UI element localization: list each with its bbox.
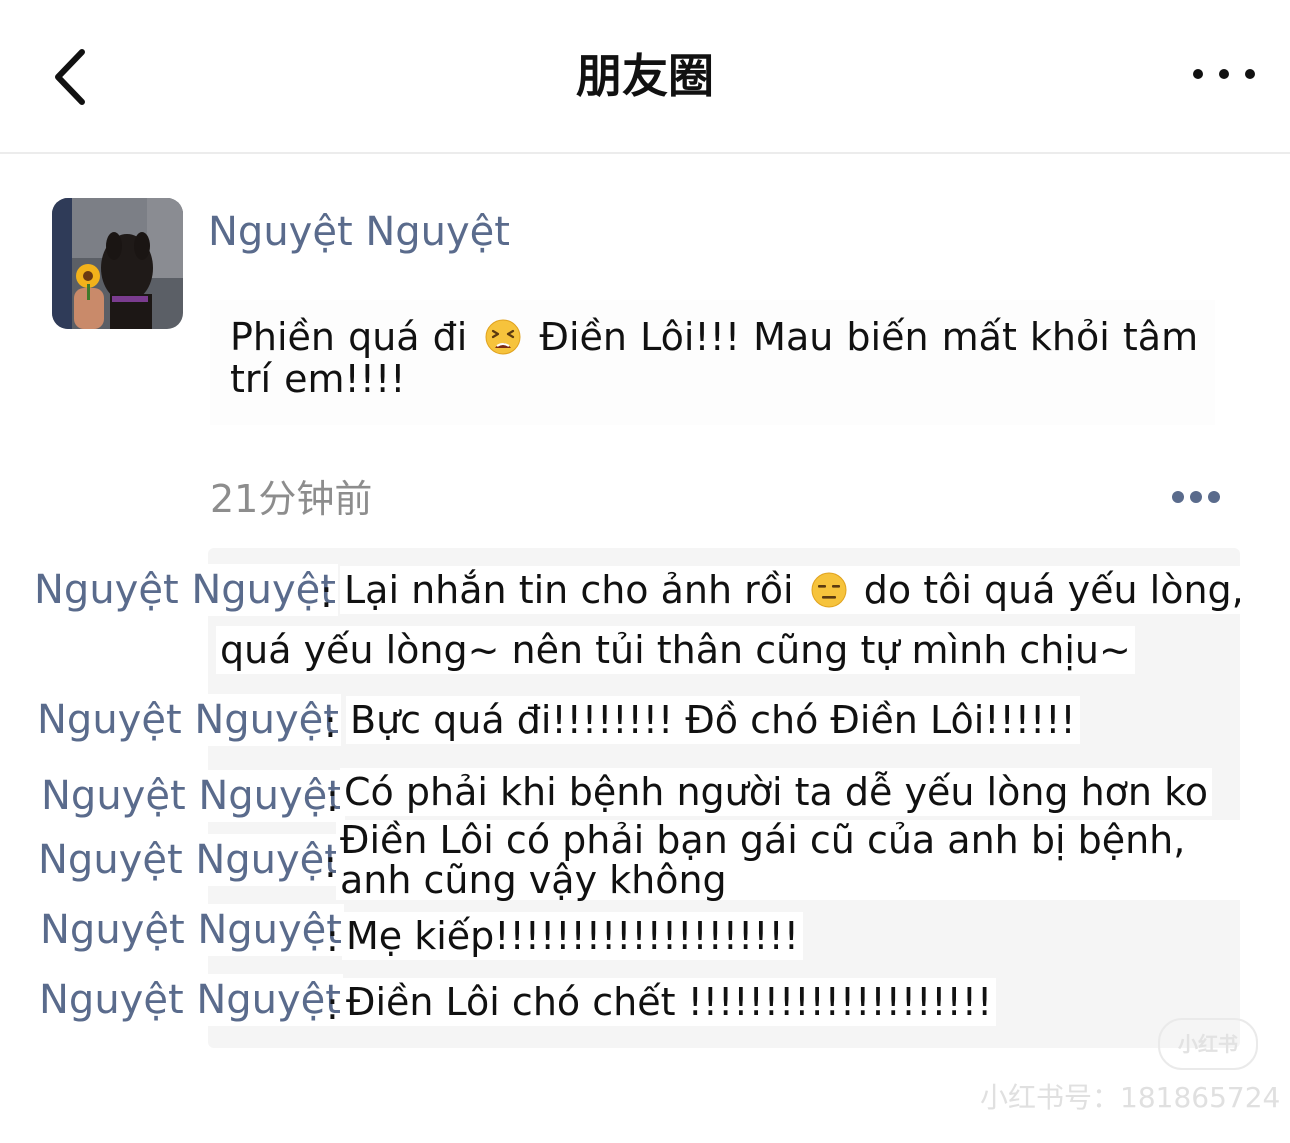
more-horizontal-icon[interactable] xyxy=(1186,56,1262,92)
comment-colon: : xyxy=(326,916,339,960)
top-nav-bar: 朋友圈 xyxy=(0,0,1290,154)
poster-name[interactable]: Nguyệt Nguyệt xyxy=(208,204,510,260)
comment-author[interactable]: Nguyệt Nguyệt xyxy=(39,770,345,822)
expressionless-face-emoji-icon xyxy=(810,571,848,609)
avatar[interactable] xyxy=(52,198,183,329)
page-title: 朋友圈 xyxy=(576,49,714,103)
tired-face-emoji-icon xyxy=(484,318,522,356)
comment-text: Điền Lôi có phải bạn gái cũ của anh bị b… xyxy=(336,820,1244,900)
post-content: Phiền quá đi Điền Lôi!!! Mau biến mất kh… xyxy=(210,300,1215,425)
watermark-id: 小红书号：181865724 xyxy=(980,1081,1281,1114)
comment-author[interactable]: Nguyệt Nguyệt xyxy=(32,564,338,616)
comment-author[interactable]: Nguyệt Nguyệt xyxy=(35,694,341,746)
comment-text: Lại nhắn tin cho ảnh rồi do tôi quá yếu … xyxy=(340,566,1248,614)
comment-author[interactable]: Nguyệt Nguyệt xyxy=(37,974,343,1026)
more-dots-icon[interactable] xyxy=(1170,486,1222,508)
comment-text: Điền Lôi chó chết !!!!!!!!!!!!!!!!!!!! xyxy=(342,978,997,1026)
post-text-part1: Phiền quá đi xyxy=(230,315,468,359)
comment-text-continued: quá yếu lòng~ nên tủi thân cũng tự mình … xyxy=(216,626,1135,674)
comment-colon: : xyxy=(324,842,337,886)
comment-colon: : xyxy=(324,702,337,746)
comment-text: Bực quá đi!!!!!!!! Đồ chó Điền Lôi!!!!!! xyxy=(346,696,1080,744)
comment-text: Có phải khi bệnh người ta dễ yếu lòng hơ… xyxy=(340,768,1212,816)
comment-text: Mẹ kiếp!!!!!!!!!!!!!!!!!!!! xyxy=(342,912,803,960)
comment-colon: : xyxy=(320,572,333,616)
comment-author[interactable]: Nguyệt Nguyệt xyxy=(36,834,342,886)
comment-colon: : xyxy=(326,984,339,1028)
comment-author[interactable]: Nguyệt Nguyệt xyxy=(38,904,344,956)
watermark-logo: 小红书 xyxy=(1158,1018,1258,1070)
comment-text-part-a: Lại nhắn tin cho ảnh rồi xyxy=(344,568,794,612)
post-timestamp: 21分钟前 xyxy=(210,477,373,521)
comment-text-part-b: do tôi quá yếu lòng, xyxy=(863,568,1244,612)
comment-colon: : xyxy=(326,776,339,820)
